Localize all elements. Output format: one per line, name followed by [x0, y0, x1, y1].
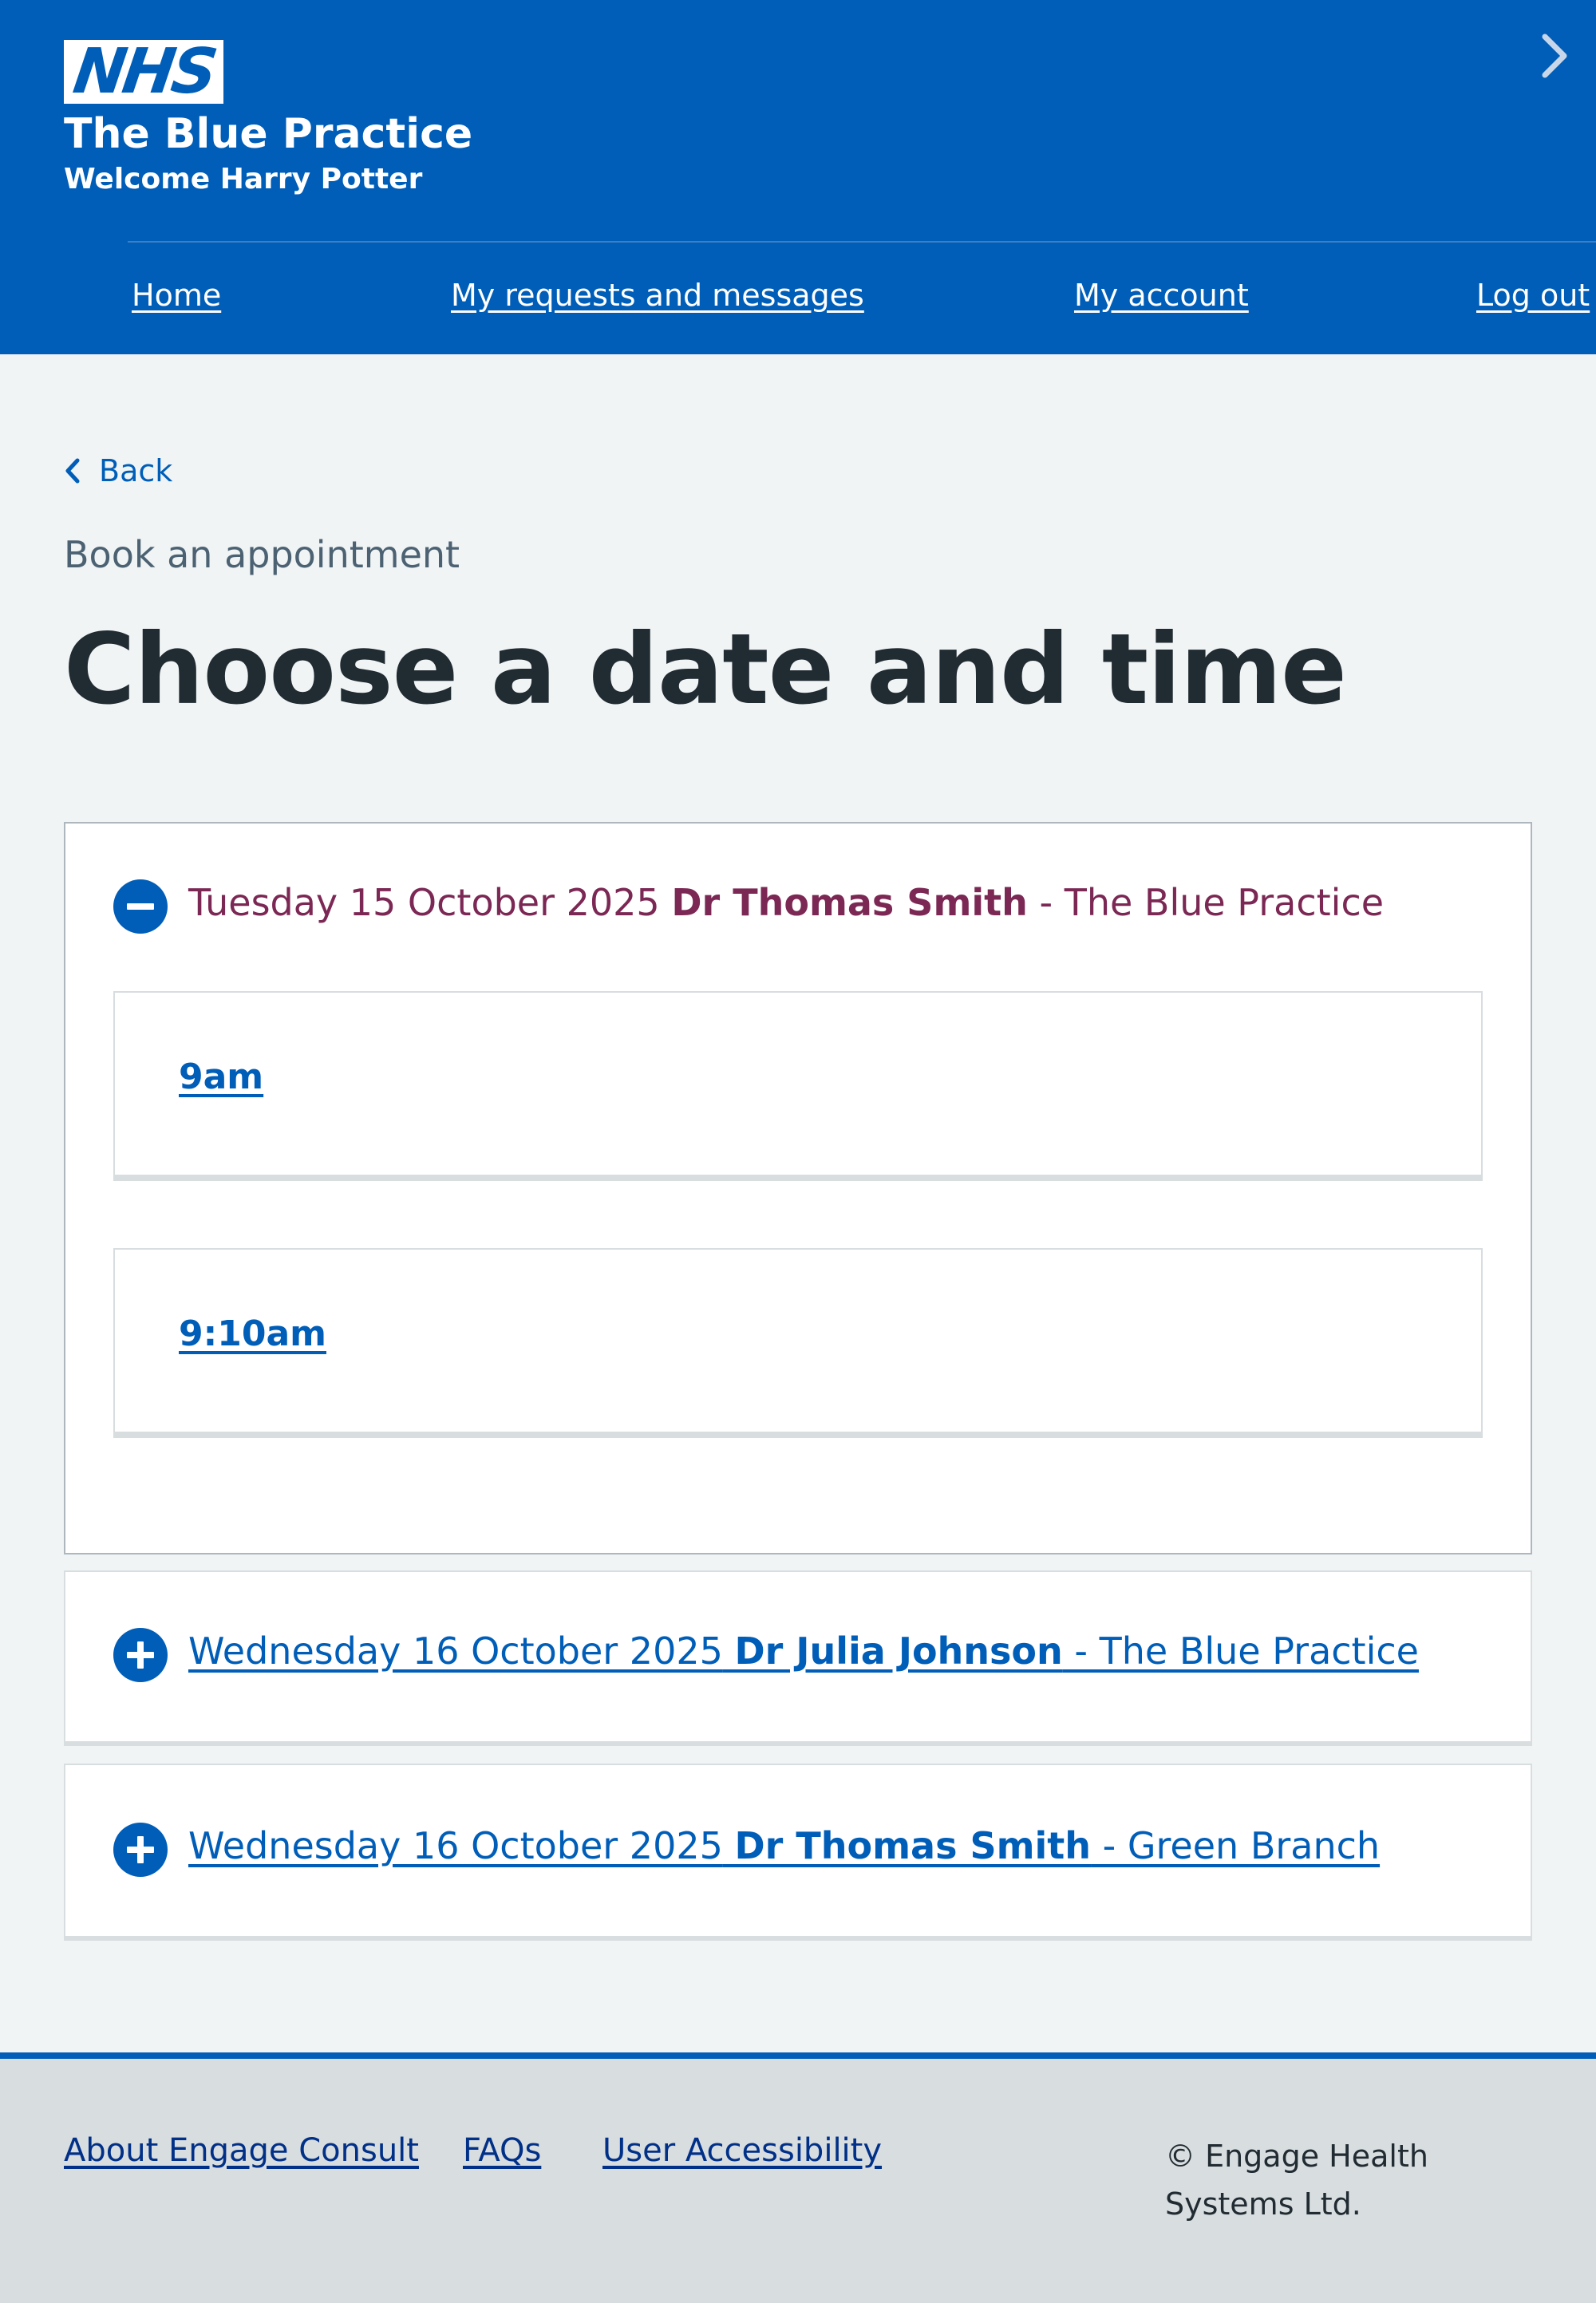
- chevron-right-icon[interactable]: [1532, 30, 1577, 81]
- appointment-heading-1[interactable]: Tuesday 15 October 2025 Dr Thomas Smith …: [188, 881, 1384, 924]
- time-slot-link[interactable]: 9:10am: [179, 1313, 326, 1354]
- copyright-text: © Engage Health Systems Ltd.: [1165, 2139, 1428, 2222]
- practice-name: The Blue Practice: [64, 110, 473, 158]
- site-footer: About Engage Consult FAQs User Accessibi…: [0, 2052, 1596, 2303]
- back-label: Back: [99, 453, 173, 488]
- plus-circle-icon[interactable]: [113, 1628, 168, 1682]
- nav-my-account[interactable]: My account: [1074, 278, 1249, 313]
- appointment-heading-3[interactable]: Wednesday 16 October 2025 Dr Thomas Smit…: [188, 1824, 1380, 1867]
- welcome-message: Welcome Harry Potter: [64, 163, 423, 196]
- time-slot-link[interactable]: 9am: [179, 1057, 263, 1097]
- site-header: NHS The Blue Practice Welcome Harry Pott…: [0, 0, 1596, 354]
- nhs-logo-text: NHS: [69, 36, 219, 108]
- page-caption: Book an appointment: [64, 533, 460, 576]
- appointment-group-expanded: [64, 822, 1532, 1554]
- footer-link-about[interactable]: About Engage Consult: [64, 2132, 419, 2169]
- appointment-doctor: Dr Thomas Smith: [671, 881, 1028, 924]
- appointment-date: Tuesday 15 October 2025: [188, 881, 660, 924]
- appointment-location: - The Blue Practice: [1027, 881, 1385, 924]
- chevron-left-icon: [65, 458, 80, 484]
- nav-home[interactable]: Home: [132, 278, 221, 313]
- appointment-date: Wednesday 16 October 2025: [188, 1824, 723, 1867]
- collapse-toggle-icon[interactable]: [113, 879, 168, 934]
- time-slot-card[interactable]: 9am: [113, 991, 1483, 1181]
- appointment-doctor: Dr Julia Johnson: [734, 1629, 1063, 1673]
- footer-link-accessibility[interactable]: User Accessibility: [602, 2132, 882, 2169]
- appointment-location: - The Blue Practice: [1062, 1629, 1419, 1673]
- appointment-heading-2[interactable]: Wednesday 16 October 2025 Dr Julia Johns…: [188, 1629, 1419, 1673]
- appointment-doctor: Dr Thomas Smith: [734, 1824, 1092, 1867]
- nav-requests-messages[interactable]: My requests and messages: [451, 278, 864, 313]
- page-title: Choose a date and time: [64, 613, 1347, 726]
- nav-log-out[interactable]: Log out: [1476, 278, 1590, 313]
- header-divider: [128, 241, 1596, 243]
- time-slot-card[interactable]: 9:10am: [113, 1248, 1483, 1438]
- appointment-location: - Green Branch: [1091, 1824, 1381, 1867]
- appointment-date: Wednesday 16 October 2025: [188, 1629, 723, 1673]
- back-link[interactable]: Back: [64, 453, 172, 488]
- footer-link-faqs[interactable]: FAQs: [463, 2132, 541, 2169]
- nhs-logo[interactable]: NHS: [64, 36, 223, 108]
- plus-circle-icon[interactable]: [113, 1823, 168, 1877]
